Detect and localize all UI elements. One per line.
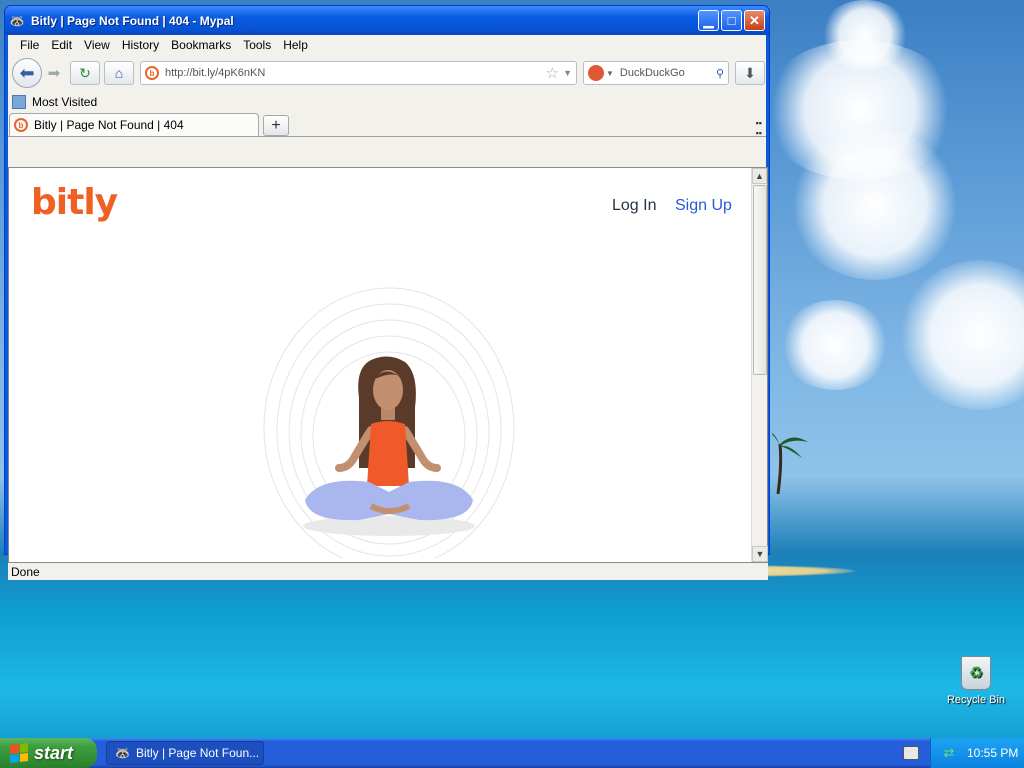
taskbar-item-mypal[interactable]: 🦝 Bitly | Page Not Foun... — [106, 741, 264, 765]
meditating-woman-illustration — [263, 287, 515, 558]
url-text[interactable]: http://bit.ly/4pK6nKN — [165, 67, 546, 79]
maximize-button[interactable]: □ — [721, 10, 742, 31]
tab-label: Bitly | Page Not Found | 404 — [34, 118, 184, 132]
taskbar: start 🦝 Bitly | Page Not Foun... ⇄ 10:55… — [0, 738, 1024, 768]
vertical-scrollbar[interactable]: ▲ ▼ — [751, 168, 768, 562]
menu-help[interactable]: Help — [277, 38, 314, 52]
home-button[interactable]: ⌂ — [104, 61, 134, 85]
start-label: start — [34, 742, 74, 763]
bookmark-star-icon[interactable]: ☆ — [546, 64, 559, 82]
most-visited-icon — [12, 95, 26, 109]
navigation-toolbar: ⬅ ➡ ↻ ⌂ b http://bit.ly/4pK6nKN ☆ ▼ ▼ Du… — [8, 55, 766, 91]
system-tray: ⇄ 10:55 PM — [930, 738, 1024, 768]
palm-tree-icon — [772, 433, 808, 494]
page-viewport: bitly Log In Sign Up ▲ ▼ — [8, 167, 768, 563]
status-bar: Done — [8, 563, 768, 580]
menu-history[interactable]: History — [116, 38, 165, 52]
scroll-up-button[interactable]: ▲ — [752, 168, 767, 184]
back-button[interactable]: ⬅ — [12, 58, 42, 88]
home-icon: ⌂ — [114, 65, 124, 81]
tab-strip: b Bitly | Page Not Found | 404 + ▪▪ ▪▪ — [8, 113, 766, 138]
cloud — [790, 130, 960, 280]
search-engine-dropdown-icon[interactable]: ▼ — [606, 69, 614, 78]
cloud — [900, 260, 1024, 410]
duckduckgo-icon — [588, 65, 604, 81]
start-button[interactable]: start — [0, 738, 97, 768]
url-dropdown-icon[interactable]: ▼ — [563, 68, 572, 78]
reload-button[interactable]: ↻ — [70, 61, 100, 85]
recycle-bin-label: Recycle Bin — [946, 694, 1006, 706]
bitly-favicon-icon: b — [145, 66, 159, 80]
url-bar[interactable]: b http://bit.ly/4pK6nKN ☆ ▼ — [140, 61, 577, 85]
login-link[interactable]: Log In — [612, 197, 656, 215]
status-text: Done — [11, 564, 40, 579]
menu-file[interactable]: File — [14, 38, 45, 52]
mypal-app-icon: 🦝 — [9, 13, 25, 28]
forward-button[interactable]: ➡ — [42, 61, 66, 85]
menu-bar: File Edit View History Bookmarks Tools H… — [8, 35, 766, 55]
search-engine-name: DuckDuckGo — [619, 67, 685, 79]
download-button[interactable]: ⬇ — [735, 61, 765, 85]
scroll-thumb[interactable] — [753, 185, 767, 375]
reload-icon: ↻ — [79, 64, 91, 81]
bookmarks-toolbar: Most Visited — [8, 91, 766, 113]
plus-icon: + — [271, 116, 281, 134]
minimize-icon: ▁ — [703, 12, 714, 28]
mypal-app-icon: 🦝 — [115, 746, 130, 760]
tab-bitly[interactable]: b Bitly | Page Not Found | 404 — [9, 113, 259, 136]
bitly-favicon-icon: b — [14, 118, 28, 132]
browser-window: 🦝 Bitly | Page Not Found | 404 - Mypal ▁… — [4, 5, 770, 580]
arrow-right-icon: ➡ — [47, 65, 61, 82]
signup-link[interactable]: Sign Up — [675, 197, 732, 215]
menu-bookmarks[interactable]: Bookmarks — [165, 38, 237, 52]
close-icon: ✕ — [749, 12, 760, 28]
cloud — [780, 300, 890, 390]
taskbar-item-label: Bitly | Page Not Foun... — [135, 746, 260, 760]
window-title: Bitly | Page Not Found | 404 - Mypal — [31, 13, 234, 28]
menu-edit[interactable]: Edit — [45, 38, 78, 52]
scroll-down-button[interactable]: ▼ — [752, 546, 768, 562]
clock[interactable]: 10:55 PM — [967, 746, 1018, 760]
cloud — [820, 0, 910, 70]
maximize-icon: □ — [727, 13, 736, 28]
close-button[interactable]: ✕ — [744, 10, 765, 31]
window-titlebar[interactable]: 🦝 Bitly | Page Not Found | 404 - Mypal ▁… — [5, 6, 769, 35]
network-icon[interactable]: ⇄ — [941, 745, 957, 761]
most-visited-link[interactable]: Most Visited — [32, 95, 97, 109]
menu-view[interactable]: View — [78, 38, 116, 52]
menu-tools[interactable]: Tools — [237, 38, 277, 52]
search-icon[interactable]: ⚲ — [716, 67, 724, 80]
arrow-left-icon: ⬅ — [19, 62, 35, 83]
bitly-logo[interactable]: bitly — [31, 182, 118, 223]
new-tab-button[interactable]: + — [263, 115, 289, 136]
recycle-bin-icon: ♻ — [961, 656, 991, 690]
browser-client: File Edit View History Bookmarks Tools H… — [8, 35, 768, 580]
download-icon: ⬇ — [744, 64, 756, 81]
windows-logo-icon — [10, 743, 28, 763]
search-bar[interactable]: ▼ DuckDuckGo ⚲ — [583, 61, 729, 85]
recycle-bin[interactable]: ♻ Recycle Bin — [944, 656, 1008, 706]
keyboard-icon[interactable] — [903, 746, 919, 760]
minimize-button[interactable]: ▁ — [698, 10, 719, 31]
tab-list-icon[interactable]: ▪▪ ▪▪ — [756, 118, 762, 138]
